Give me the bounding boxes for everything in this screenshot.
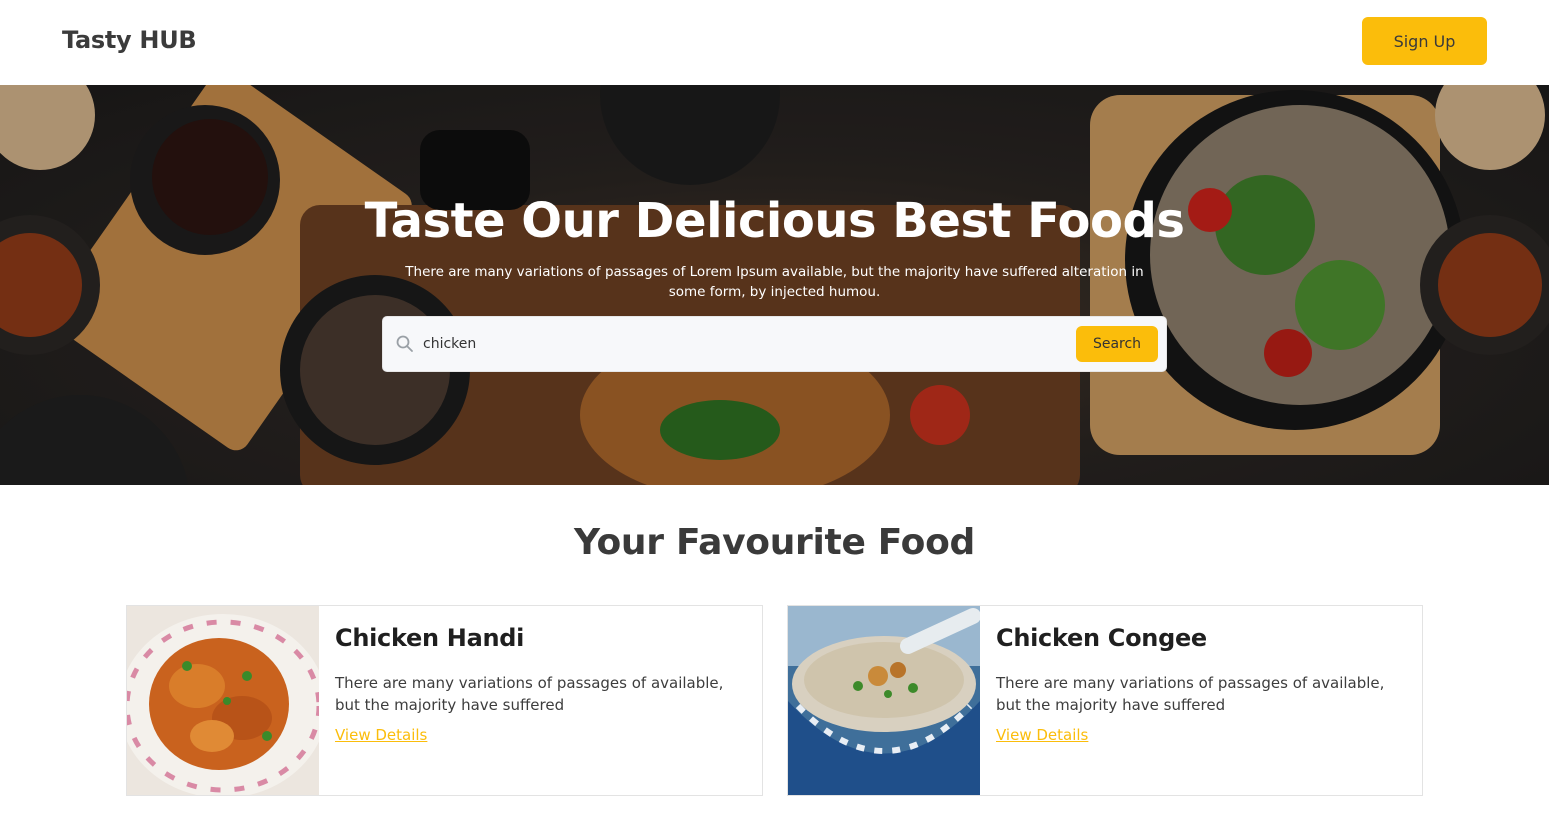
card-title: Chicken Congee <box>996 624 1207 652</box>
brand-logo[interactable]: Tasty HUB <box>62 26 197 54</box>
view-details-link[interactable]: View Details <box>996 726 1088 744</box>
search-button[interactable]: Search <box>1076 326 1158 362</box>
top-navbar: Tasty HUB Sign Up <box>0 0 1549 85</box>
food-card: Chicken Handi There are many variations … <box>126 605 763 796</box>
view-details-link[interactable]: View Details <box>335 726 427 744</box>
chicken-congee-image <box>788 606 980 795</box>
hero-banner: Taste Our Delicious Best Foods There are… <box>0 85 1549 485</box>
food-card: Chicken Congee There are many variations… <box>787 605 1423 796</box>
chicken-handi-image <box>127 606 319 795</box>
card-description: There are many variations of passages of… <box>335 674 724 714</box>
card-description: There are many variations of passages of… <box>996 674 1385 714</box>
hero-title: Taste Our Delicious Best Foods <box>364 193 1185 249</box>
section-title: Your Favourite Food <box>574 522 975 563</box>
search-bar: Search <box>382 316 1167 372</box>
search-input[interactable] <box>423 329 1063 359</box>
card-title: Chicken Handi <box>335 624 525 652</box>
search-icon <box>396 335 413 352</box>
hero-subtitle: There are many variations of passages of… <box>405 264 1144 300</box>
signup-button[interactable]: Sign Up <box>1362 17 1487 65</box>
